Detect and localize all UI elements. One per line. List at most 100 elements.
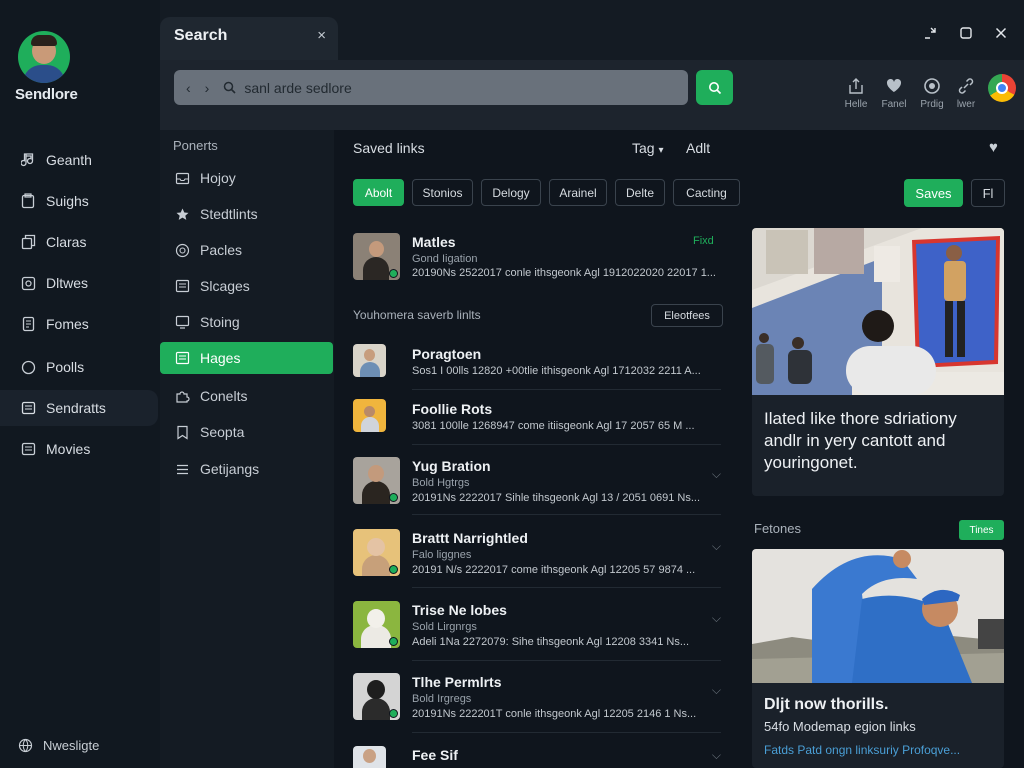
avatar[interactable] (18, 31, 70, 83)
chevron-down-icon[interactable]: ⌵ (712, 683, 721, 698)
tag-dropdown[interactable]: Tag ▾ (632, 140, 664, 156)
alt-filter[interactable]: Adlt (686, 140, 710, 156)
nav-item-claras[interactable]: Claras (0, 224, 158, 260)
toolbar-heart-button[interactable]: Fanel (876, 76, 912, 110)
close-icon[interactable] (991, 25, 1011, 45)
toolbar-link-button[interactable]: lwer (948, 76, 984, 110)
filter-chip[interactable]: Cacting (673, 179, 740, 206)
chevron-down-icon[interactable]: ⌵ (712, 539, 721, 554)
search-icon (223, 81, 236, 94)
nav-item-label: Sendratts (46, 400, 106, 416)
circle-icon (174, 243, 190, 258)
tab-search[interactable]: Search × (160, 17, 338, 60)
nav-item-fomes[interactable]: Fomes (0, 306, 158, 342)
nav-item-sendratts[interactable]: Sendratts (0, 390, 158, 426)
inbox-icon (174, 172, 190, 185)
section-badge[interactable]: Tines (959, 520, 1004, 540)
chevron-down-icon[interactable]: ⌵ (712, 467, 721, 482)
nav-item-geanth[interactable]: Geanth (0, 142, 158, 178)
back-button[interactable]: ‹ (186, 80, 191, 96)
filter-chip[interactable]: Abolt (353, 179, 404, 206)
folders-heading: Ponerts (173, 138, 218, 153)
folder-item-hojoy[interactable]: Hojoy (160, 162, 333, 194)
nav-item-label: Geanth (46, 152, 92, 168)
toolbar-label: Helle (844, 99, 868, 110)
folder-item-slcages[interactable]: Slcages (160, 270, 333, 302)
toolbar-upload-button[interactable]: Helle (838, 76, 874, 110)
item-meta: 20190Ns 2522017 conle ithsgeonk Agl 1912… (412, 267, 716, 279)
folder-label: Getijangs (200, 461, 260, 477)
circle-icon (20, 359, 36, 375)
nav-item-label: Claras (46, 234, 87, 250)
divider (412, 389, 721, 390)
filter-chip[interactable]: Arainel (549, 179, 607, 206)
record-icon (914, 76, 950, 96)
filter-chip[interactable]: Stonios (412, 179, 473, 206)
list-item[interactable]: Trise Ne lobes Sold Lirgnrgs Adeli 1Na 2… (353, 601, 721, 651)
folder-item-conelts[interactable]: Conelts (160, 380, 333, 412)
folder-item-pacles[interactable]: Pacles (160, 234, 333, 266)
minimize-icon[interactable] (920, 25, 940, 45)
list-item[interactable]: Brattt Narrightled Falo liggnes 20191 N/… (353, 529, 721, 579)
chevron-down-icon[interactable]: ⌵ (712, 611, 721, 626)
item-title: Brattt Narrightled (412, 530, 528, 546)
nav-footer[interactable]: Nwesligte (18, 738, 99, 753)
filter-chip[interactable]: Delte (615, 179, 665, 206)
globe-icon (18, 738, 33, 753)
filter-options-button[interactable]: Fl (971, 179, 1005, 207)
list-item[interactable]: Matles Gond Iigation 20190Ns 2522017 con… (353, 233, 721, 283)
nav-item-movies[interactable]: Movies (0, 431, 158, 467)
copy-icon (20, 234, 36, 250)
clipboard-icon (20, 193, 36, 209)
nav-item-suighs[interactable]: Suighs (0, 183, 158, 219)
divider (412, 732, 721, 733)
thumbnail (353, 673, 400, 720)
nav-item-dltwes[interactable]: Dltwes (0, 265, 158, 301)
folder-item-seopta[interactable]: Seopta (160, 416, 333, 448)
feature-card[interactable]: Ilated like thore sdriationy andlr in ye… (752, 228, 1004, 496)
list-item[interactable]: Fee Sif ⌵ (353, 746, 721, 768)
list-item[interactable]: Tlhe Permlrts Bold Irgregs 20191Ns 22220… (353, 673, 721, 723)
divider (412, 514, 721, 515)
search-button[interactable] (696, 70, 733, 105)
item-title: Yug Bration (412, 458, 491, 474)
feature-card[interactable]: Dljt now thorills. 54fo Modemap egion li… (752, 549, 1004, 768)
folder-item-stedtlints[interactable]: Stedtlints (160, 198, 333, 230)
main-title: Saved links (353, 140, 425, 156)
folder-item-stoing[interactable]: Stoing (160, 306, 333, 338)
search-input[interactable]: ‹ › sanl arde sedlore (174, 70, 688, 105)
tab-close-button[interactable]: × (317, 27, 326, 44)
list-item[interactable]: Foollie Rots 3081 100lle 1268947 come it… (353, 399, 721, 439)
tab-title: Search (174, 27, 228, 44)
thumbnail (353, 601, 400, 648)
list-icon (174, 463, 190, 476)
item-title: Poragtoen (412, 346, 482, 362)
heart-icon[interactable]: ♥ (989, 139, 998, 156)
thumbnail (353, 233, 400, 280)
browser-icon[interactable] (988, 74, 1016, 102)
nav-item-poolls[interactable]: Poolls (0, 349, 158, 385)
folder-item-hages[interactable]: Hages (160, 342, 333, 374)
saves-button[interactable]: Saves (904, 179, 963, 207)
chevron-down-icon[interactable]: ⌵ (712, 748, 721, 763)
feature-image (752, 549, 1004, 683)
folder-item-getijangs[interactable]: Getijangs (160, 453, 333, 485)
restore-icon[interactable] (956, 25, 976, 45)
thumbnail (353, 457, 400, 504)
forward-button[interactable]: › (205, 80, 210, 96)
fix-link[interactable]: Fixd (693, 235, 714, 247)
list-item[interactable]: Poragtoen Sos1 I 00lls 12820 +00tlie ith… (353, 344, 721, 384)
folder-label: Conelts (200, 388, 248, 404)
stack-icon (174, 351, 190, 365)
folder-label: Stoing (200, 314, 240, 330)
nav-item-label: Movies (46, 441, 91, 457)
folder-label: Stedtlints (200, 206, 258, 222)
feature-card-link[interactable]: Fatds Patd ongn linksuriy Profoqve... (764, 743, 960, 757)
toolbar-record-button[interactable]: Prdig (914, 76, 950, 110)
feature-card-text: Ilated like thore sdriationy andlr in ye… (764, 409, 957, 472)
filter-chip[interactable]: Delogy (481, 179, 541, 206)
list-item[interactable]: Yug Bration Bold Hgtrgs 20191Ns 2222017 … (353, 457, 721, 507)
folder-label: Slcages (200, 278, 250, 294)
section-button[interactable]: Eleotfees (651, 304, 723, 327)
toolbar-label: Fanel (881, 99, 907, 110)
